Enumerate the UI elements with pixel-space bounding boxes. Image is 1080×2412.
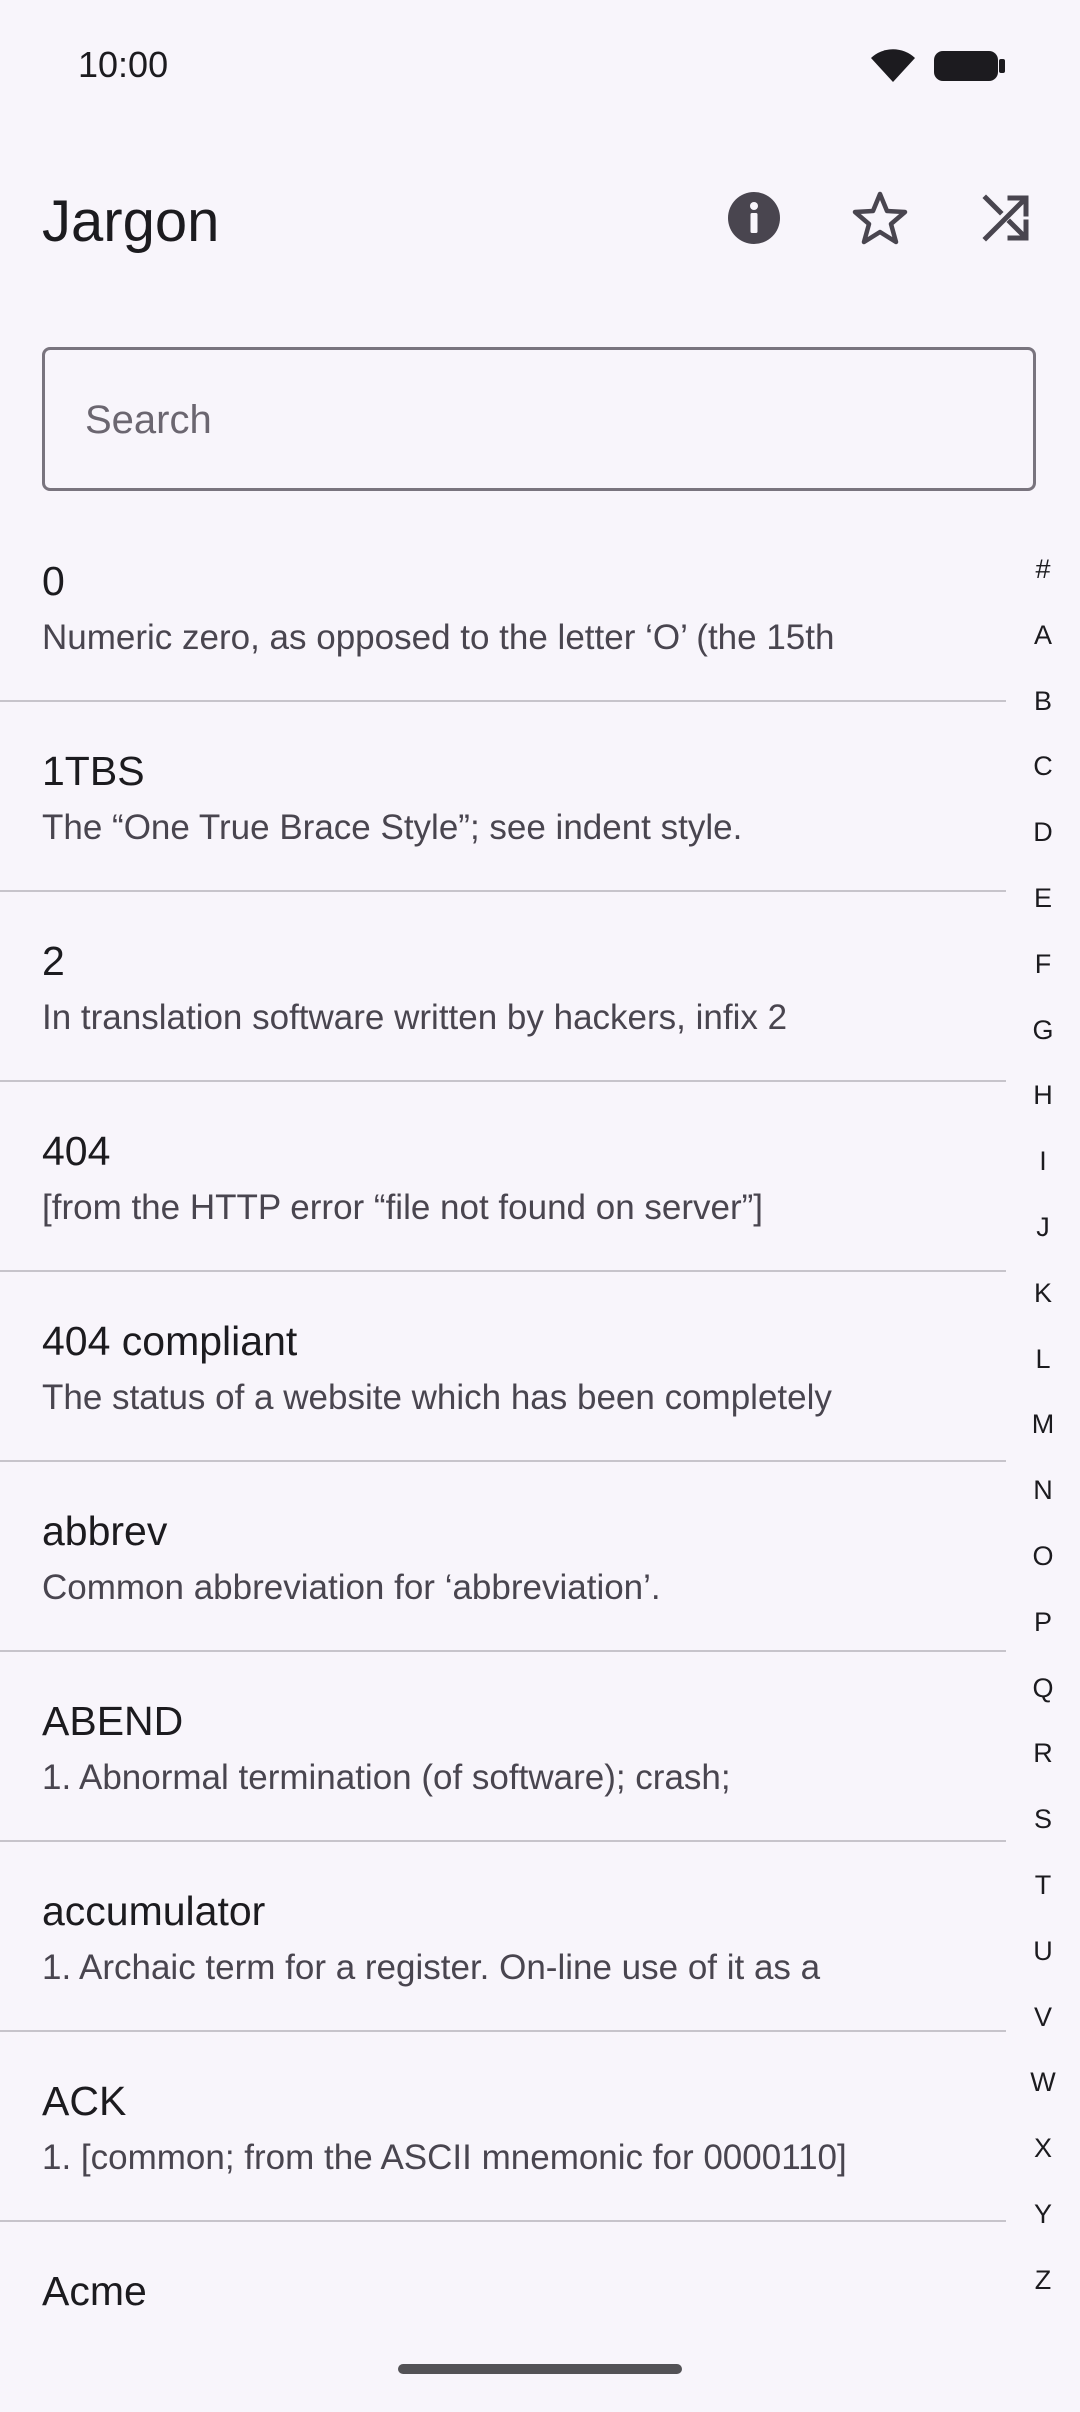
index-letter-g[interactable]: G [1022,1008,1064,1074]
entry-title: 2 [42,938,65,984]
index-letter-n[interactable]: N [1022,1468,1064,1534]
list-item[interactable]: accumulator 1. Archaic term for a regist… [0,1842,1006,2032]
home-indicator[interactable] [398,2364,682,2374]
info-button[interactable] [714,180,794,260]
index-letter-q[interactable]: Q [1022,1666,1064,1732]
entry-description: 1. [common; from the ASCII mnemonic for … [42,2138,847,2177]
favorites-button[interactable] [840,180,920,260]
entry-description: The status of a website which has been c… [42,1378,832,1417]
entry-description: In translation software written by hacke… [42,998,788,1037]
index-letter-h[interactable]: H [1022,1073,1064,1139]
index-letter-d[interactable]: D [1022,810,1064,876]
status-icons [870,48,1006,89]
top-app-bar: Jargon [0,160,1080,280]
entry-title: 404 [42,1128,111,1174]
index-letter-w[interactable]: W [1022,2060,1064,2126]
index-letter-f[interactable]: F [1022,942,1064,1008]
index-letter-s[interactable]: S [1022,1797,1064,1863]
entry-description: 1. Abnormal termination (of software); c… [42,1758,731,1797]
entry-title: 404 compliant [42,1318,298,1364]
index-letter-m[interactable]: M [1022,1402,1064,1468]
index-letter-u[interactable]: U [1022,1929,1064,1995]
index-letter-p[interactable]: P [1022,1600,1064,1666]
entry-title: ACK [42,2078,127,2124]
entry-description: [from the HTTP error “file not found on … [42,1188,764,1227]
list-item[interactable]: 0 Numeric zero, as opposed to the letter… [0,512,1006,702]
index-letter-j[interactable]: J [1022,1205,1064,1271]
entry-title: accumulator [42,1888,266,1934]
list-item[interactable]: 404 compliant The status of a website wh… [0,1272,1006,1462]
index-letter-i[interactable]: I [1022,1139,1064,1205]
status-bar: 10:00 [0,0,1080,130]
shuffle-icon [980,192,1032,249]
list-item[interactable]: 1TBS The “One True Brace Style”; see ind… [0,702,1006,892]
index-letter-l[interactable]: L [1022,1337,1064,1403]
battery-icon [934,49,1006,88]
index-letter-e[interactable]: E [1022,876,1064,942]
status-time: 10:00 [78,44,169,85]
index-letter-b[interactable]: B [1022,679,1064,745]
index-letter-z[interactable]: Z [1022,2258,1064,2324]
index-letter-y[interactable]: Y [1022,2192,1064,2258]
index-letter-v[interactable]: V [1022,1995,1064,2061]
index-letter-r[interactable]: R [1022,1731,1064,1797]
entry-description: Common abbreviation for ‘abbreviation’. [42,1568,661,1607]
entry-description: The “One True Brace Style”; see indent s… [42,808,743,847]
index-letter-t[interactable]: T [1022,1863,1064,1929]
index-letter-a[interactable]: A [1022,613,1064,679]
entry-title: 1TBS [42,748,145,794]
random-entry-button[interactable] [966,180,1046,260]
search-input[interactable] [83,350,987,490]
entry-title: 0 [42,558,65,604]
info-icon [726,190,782,251]
list-item[interactable]: 2 In translation software written by hac… [0,892,1006,1082]
list-item[interactable]: ABEND 1. Abnormal termination (of softwa… [0,1652,1006,1842]
wifi-icon [870,48,916,89]
index-letter-o[interactable]: O [1022,1534,1064,1600]
list-item[interactable]: 404 [from the HTTP error “file not found… [0,1082,1006,1272]
index-letter-x[interactable]: X [1022,2126,1064,2192]
entry-description: Numeric zero, as opposed to the letter ‘… [42,618,835,657]
list-item[interactable]: Acme [0,2222,1006,2412]
entries-list[interactable]: 0 Numeric zero, as opposed to the letter… [0,512,1006,2412]
index-letter-c[interactable]: C [1022,744,1064,810]
index-letter-k[interactable]: K [1022,1271,1064,1337]
entry-title: abbrev [42,1508,168,1554]
entry-description: 1. Archaic term for a register. On-line … [42,1948,821,1987]
list-item[interactable]: abbrev Common abbreviation for ‘abbrevia… [0,1462,1006,1652]
entry-title: Acme [42,2268,147,2314]
star-icon [851,190,909,251]
app-title: Jargon [42,189,220,254]
search-field[interactable] [42,347,1036,491]
index-letter-hash[interactable]: # [1022,547,1064,613]
alphabet-index[interactable]: # A B C D E F G H I J K L M N O P Q R S … [1022,547,1064,2324]
list-item[interactable]: ACK 1. [common; from the ASCII mnemonic … [0,2032,1006,2222]
entry-title: ABEND [42,1698,184,1744]
